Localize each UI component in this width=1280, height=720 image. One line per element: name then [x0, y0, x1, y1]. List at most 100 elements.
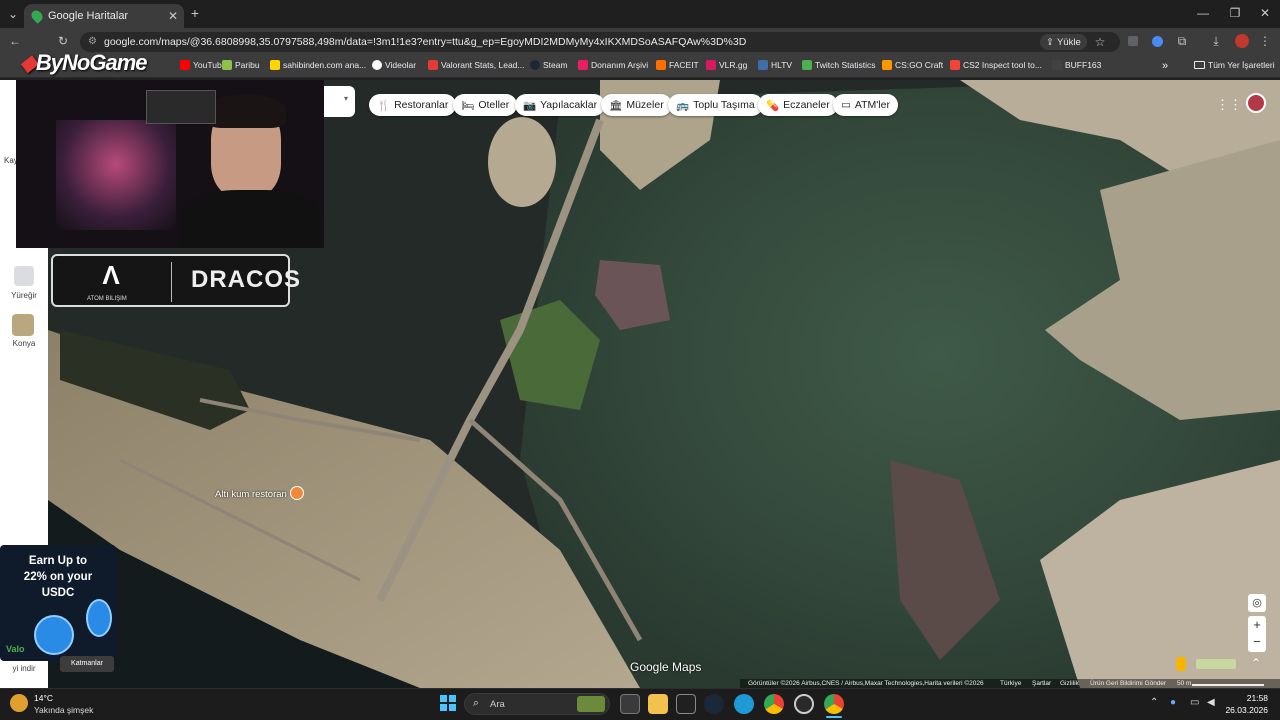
footer-link-turkey[interactable]: Türkiye	[1000, 680, 1021, 687]
bynogame-flame-icon: ◆	[20, 50, 37, 75]
volume-icon[interactable]: ◀	[1207, 697, 1215, 708]
chip-museums[interactable]: 🏛 Müzeler	[601, 94, 672, 116]
address-bar[interactable]: ⚙ google.com/maps/@36.6808998,35.0797588…	[80, 32, 1120, 52]
browser-tab[interactable]: Google Haritalar ✕	[24, 4, 184, 28]
zoom-in-button[interactable]: +	[1248, 616, 1266, 634]
account-avatar[interactable]	[1246, 93, 1266, 113]
chrome-icon[interactable]	[764, 694, 784, 714]
chrome-active-icon[interactable]	[824, 694, 844, 714]
steam-taskbar-icon[interactable]	[704, 694, 724, 714]
minimize-icon[interactable]: —	[1196, 6, 1210, 20]
chip-hotels[interactable]: 🛏 Oteller	[453, 94, 518, 116]
streamer-body	[181, 190, 321, 248]
zoom-out-button[interactable]: −	[1248, 634, 1266, 652]
pegman-icon[interactable]	[1176, 657, 1186, 671]
scale-label[interactable]: 50 m	[1177, 680, 1191, 687]
upload-button[interactable]: ⇪ Yükle	[1040, 34, 1087, 50]
rail-item-konya[interactable]: Konya	[0, 339, 48, 348]
bookmark-item[interactable]: FACEIT	[656, 60, 699, 70]
pharmacy-icon: 💊	[766, 99, 780, 112]
bookmark-item[interactable]: CS:GO Craft	[882, 60, 943, 70]
menu-kebab-icon[interactable]: ⋮	[1259, 34, 1271, 48]
bookmark-item[interactable]: Steam	[530, 60, 568, 70]
place-label[interactable]: Altı kum restoran	[215, 489, 287, 500]
clock-time[interactable]: 21:58	[1224, 693, 1268, 703]
restaurant-pin-icon[interactable]	[290, 486, 304, 500]
weather-temp[interactable]: 14°C	[34, 693, 53, 703]
folder-icon	[1194, 61, 1205, 69]
map-attribution: Görüntüler ©2026 Airbus,CNES / Airbus,Ma…	[748, 680, 984, 687]
task-view-icon[interactable]	[620, 694, 640, 714]
layers-button[interactable]: Katmanlar	[60, 656, 114, 672]
file-explorer-icon[interactable]	[648, 694, 668, 714]
bookmark-item[interactable]: CS2 Inspect tool to...	[950, 60, 1042, 70]
microphone-icon[interactable]: ●	[1170, 697, 1176, 708]
bookmark-item[interactable]: HLTV	[758, 60, 792, 70]
restore-icon[interactable]: ❐	[1228, 6, 1242, 20]
windows-start-icon[interactable]	[440, 695, 456, 711]
extension-blue-icon[interactable]	[1152, 36, 1163, 47]
bookmark-item[interactable]: Valorant Stats, Lead...	[428, 60, 524, 70]
clock-date[interactable]: 26.03.2026	[1224, 705, 1268, 715]
network-icon[interactable]: ▭	[1190, 697, 1199, 708]
google-maps-watermark: Google Maps	[630, 660, 702, 674]
bookmark-item[interactable]: Donanım Arşivi	[578, 60, 648, 70]
my-location-icon[interactable]: ◎	[1248, 594, 1266, 612]
footer-link-feedback[interactable]: Ürün Geri Bildirimi Gönder	[1090, 680, 1166, 687]
bookmark-item[interactable]: Videolar	[372, 60, 416, 70]
expand-up-icon[interactable]: ⌃	[1251, 656, 1261, 670]
chip-atms[interactable]: ▭ ATM'ler	[833, 94, 898, 116]
footer-link-terms[interactable]: Şartlar	[1032, 680, 1051, 687]
bookmark-item[interactable]: sahibinden.com ana...	[270, 60, 366, 70]
extensions-puzzle-icon[interactable]: ⧉	[1176, 34, 1188, 49]
dropdown-arrow-icon[interactable]: ▾	[344, 94, 348, 103]
bookmark-item[interactable]: Twitch Statistics	[802, 60, 875, 70]
rail-item-download[interactable]: yi indir	[0, 664, 48, 673]
all-bookmarks-button[interactable]: Tüm Yer İşaretleri	[1194, 60, 1275, 70]
bookmarks-overflow-icon[interactable]: »	[1162, 60, 1168, 72]
windows-taskbar	[0, 688, 1280, 720]
rail-konya-thumbnail[interactable]	[12, 314, 34, 336]
weather-icon[interactable]	[10, 694, 28, 712]
taskbar-search[interactable]: ⌕ Ara	[464, 693, 610, 715]
chip-restaurants[interactable]: 🍴 Restoranlar	[369, 94, 457, 116]
valorant-icon	[428, 60, 438, 70]
rail-item-yuregir[interactable]: Yüreğir	[0, 291, 48, 300]
steam-icon	[530, 60, 540, 70]
download-icon[interactable]: ⤓	[1210, 34, 1222, 49]
bookmark-star-icon[interactable]: ☆	[1094, 35, 1106, 49]
weather-desc[interactable]: Yakında şimşek	[34, 705, 93, 715]
sponsor-left-label: ATOM BILIŞIM	[87, 296, 127, 302]
search-placeholder: Ara	[490, 699, 505, 710]
epic-games-icon[interactable]	[676, 694, 696, 714]
obs-icon[interactable]	[794, 694, 814, 714]
layers-thumbnail[interactable]	[1196, 659, 1236, 669]
hltv-icon	[758, 60, 768, 70]
donanim-icon	[578, 60, 588, 70]
chip-things-to-do[interactable]: 📷 Yapılacaklar	[515, 94, 606, 116]
close-tab-icon[interactable]: ✕	[168, 9, 178, 23]
profile-avatar[interactable]	[1235, 34, 1249, 48]
rail-yuregir-thumbnail[interactable]	[14, 266, 34, 286]
search-box-edge[interactable]: ▾	[324, 86, 355, 117]
chip-pharmacies[interactable]: 💊 Eczaneler	[758, 94, 838, 116]
extension-icon[interactable]	[1128, 36, 1138, 46]
reload-icon[interactable]: ↻	[56, 34, 70, 48]
site-info-icon[interactable]: ⚙	[88, 36, 97, 47]
upload-icon: ⇪	[1046, 36, 1054, 48]
tab-search-button[interactable]: ⌄	[4, 6, 22, 22]
apps-grid-icon[interactable]: ⋮⋮	[1216, 97, 1242, 113]
tray-overflow-icon[interactable]: ⌃	[1150, 697, 1158, 708]
close-window-icon[interactable]: ✕	[1258, 6, 1272, 20]
bookmark-item[interactable]: BUFF163	[1052, 60, 1101, 70]
back-icon[interactable]: ←	[8, 34, 22, 48]
fork-knife-icon: 🍴	[377, 99, 391, 112]
new-tab-button[interactable]: +	[188, 5, 202, 21]
pc-rgb-glow	[56, 120, 176, 230]
chip-transit[interactable]: 🚌 Toplu Taşıma	[668, 94, 763, 116]
bookmark-item[interactable]: VLR.gg	[706, 60, 747, 70]
bookmark-item[interactable]: YouTube	[180, 60, 226, 70]
edge-icon[interactable]	[734, 694, 754, 714]
bookmark-item[interactable]: Paribu	[222, 60, 260, 70]
footer-link-privacy[interactable]: Gizlilik	[1060, 680, 1079, 687]
